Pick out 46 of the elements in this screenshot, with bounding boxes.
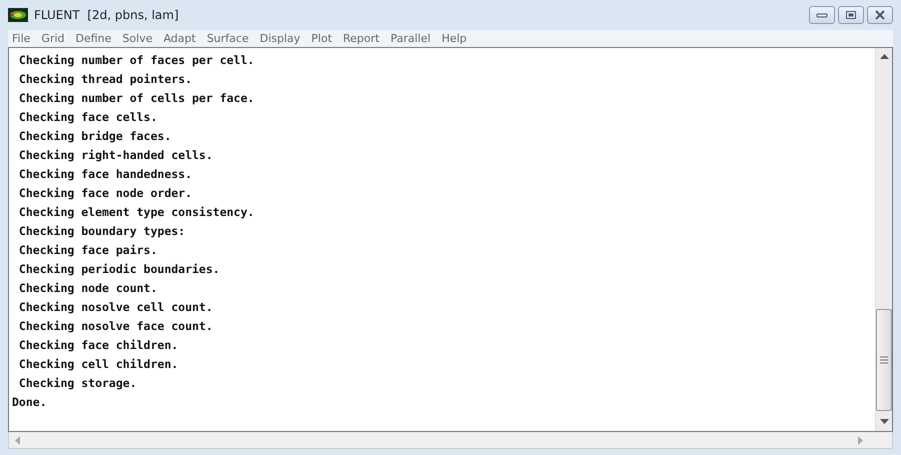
console-line: Checking periodic boundaries. — [18, 261, 221, 278]
vertical-scrollbar[interactable] — [875, 48, 892, 431]
console-line: Checking bridge faces. — [18, 128, 172, 145]
minimize-icon — [816, 11, 828, 19]
console-line: Checking right-handed cells. — [18, 147, 214, 164]
console-line: Checking cell children. — [18, 356, 180, 373]
console-line: Done. — [12, 394, 48, 411]
scroll-thumb[interactable] — [876, 309, 892, 411]
console-line: Checking face pairs. — [18, 242, 158, 259]
console-line: Checking face children. — [18, 337, 180, 354]
scroll-down-icon — [880, 419, 888, 425]
menu-item[interactable]: Define — [76, 32, 112, 45]
minimize-button[interactable] — [809, 6, 835, 24]
menu-item[interactable]: Report — [343, 32, 380, 45]
menu-item[interactable]: Parallel — [390, 32, 431, 45]
menu-item[interactable]: Adapt — [163, 32, 196, 45]
menu-item[interactable]: Surface — [206, 32, 249, 45]
maximize-button[interactable] — [838, 6, 864, 24]
grip-icon — [880, 356, 888, 364]
console-line: Checking element type consistency. — [18, 204, 256, 221]
menu-item[interactable]: Help — [442, 32, 467, 45]
app-logo-icon — [8, 8, 28, 22]
menu-item[interactable]: Plot — [311, 32, 332, 45]
scroll-right-icon — [858, 436, 864, 444]
window-title: FLUENT [2d, pbns, lam] — [34, 8, 179, 22]
scroll-left-icon — [15, 436, 21, 444]
console-line: Checking node count. — [18, 280, 158, 297]
console-line: Checking face node order. — [18, 185, 194, 202]
console-line: Checking storage. — [18, 375, 138, 392]
menu-item[interactable]: File — [12, 32, 30, 45]
console-line: Checking number of cells per face. — [18, 90, 256, 107]
menu-item[interactable]: Solve — [122, 32, 152, 45]
menu-item[interactable]: Display — [260, 32, 300, 45]
console-line: Checking face cells. — [18, 109, 158, 126]
console-line: Checking face handedness. — [18, 166, 194, 183]
console-line: Checking boundary types: — [18, 223, 186, 240]
scroll-up-icon — [880, 54, 888, 60]
console-line: Checking nosolve face count. — [18, 318, 214, 335]
console-line: Checking nosolve cell count. — [18, 299, 214, 316]
menu-item[interactable]: Grid — [41, 32, 65, 45]
close-icon — [874, 10, 886, 20]
console-line: Checking number of faces per cell. — [18, 52, 256, 69]
console-line: Checking thread pointers. — [18, 71, 194, 88]
maximize-icon — [845, 10, 857, 20]
close-button[interactable] — [867, 6, 893, 24]
horizontal-scrollbar[interactable] — [8, 432, 893, 449]
